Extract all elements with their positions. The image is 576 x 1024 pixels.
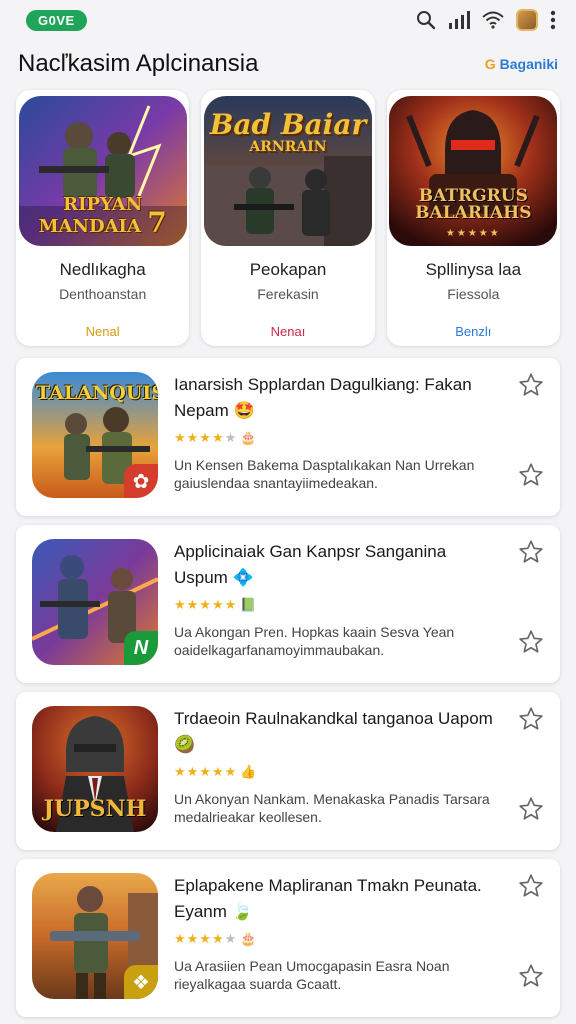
rating: ★★★★★ 🎂 (174, 430, 494, 446)
app-description: Ua Arasiien Pean Umocgapasin Easra Noan … (174, 958, 450, 992)
star-icon[interactable] (518, 629, 544, 655)
signal-icon (449, 11, 470, 29)
rating-emoji-icon: 🎂 (240, 430, 257, 445)
featured-card[interactable]: RIPYAN MANDAIA 7 Nedlıkagha Denthoanstan… (16, 90, 190, 346)
app-title: Ianarsish Spplardan Dagulkiang: Fakan Ne… (174, 375, 472, 420)
app-description: Ua Akongan Pren. Hopkas kaain Sesva Yean… (174, 624, 455, 658)
wifi-icon (482, 11, 504, 29)
app-title: Eplapakene Mapliranan Tmakn Peunata. Eya… (174, 876, 482, 921)
rating-emoji-icon: 👍 (240, 764, 257, 779)
star-icon[interactable] (518, 706, 544, 732)
list-item[interactable]: ❖ Eplapakene Mapliranan Tmakn Peunata. E… (16, 859, 560, 1017)
rating: ★★★★★ 🎂 (174, 931, 494, 947)
app-badge-icon: ✿ (124, 464, 158, 498)
rating: ★★★★★ 📗 (174, 597, 494, 613)
star-icon[interactable] (518, 796, 544, 822)
app-title: Applicinaiak Gan Kanpsr Sanganina Uspum … (174, 542, 447, 587)
app-icon-image: N (32, 539, 158, 665)
rating-emoji-icon: 📗 (240, 597, 257, 612)
featured-card[interactable]: Bad Baiar ARNRAIN Peokapan Ferekasin Nen… (201, 90, 375, 346)
featured-art-image: BATRGRUS BALARIAHS ★★★★★ (389, 96, 558, 246)
star-icon[interactable] (518, 963, 544, 989)
status-bar: G0VE (0, 0, 576, 40)
list-item[interactable]: N Applicinaiak Gan Kanpsr Sanganina Uspu… (16, 525, 560, 683)
featured-card[interactable]: BATRGRUS BALARIAHS ★★★★★ Spllinysa laa F… (386, 90, 560, 346)
rating-stars-icon: ★★★★★ (174, 430, 238, 445)
rating-emoji-icon: 🎂 (240, 931, 257, 946)
more-options-icon[interactable] (550, 10, 556, 30)
g-icon: G (484, 56, 496, 72)
featured-badge: Nenaı (270, 324, 306, 339)
app-badge-icon: ❖ (124, 965, 158, 999)
app-icon-text: JUPSNH (43, 796, 147, 822)
brand-logo: G0VE (26, 9, 87, 31)
featured-badge: Benzlı (455, 324, 492, 339)
star-icon[interactable] (518, 873, 544, 899)
featured-title: Nedlıkagha (59, 260, 146, 279)
featured-title: Peokapan (249, 260, 327, 279)
header-link[interactable]: G Baganiki (485, 56, 558, 72)
featured-art-text: Bad Baiar ARNRAIN (209, 108, 367, 155)
rating-stars-icon: ★★★★★ (174, 597, 238, 612)
featured-section: RIPYAN MANDAIA 7 Nedlıkagha Denthoanstan… (16, 90, 560, 346)
star-icon[interactable] (518, 539, 544, 565)
list-item[interactable]: JUPSNH Trdaeoin Raulnakandkal tanganoa U… (16, 692, 560, 850)
app-description: Un Akonyan Nankam. Menakaska Panadis Tar… (174, 791, 490, 825)
rating-stars-icon: ★★★★★ (174, 931, 238, 946)
search-icon[interactable] (416, 10, 436, 30)
avatar[interactable] (516, 9, 538, 31)
app-title: Trdaeoin Raulnakandkal tanganoa Uapom 🥝 (174, 709, 493, 754)
featured-title: Spllinysa laa (425, 260, 522, 279)
app-description: Un Kensen Bakema Dasptalıkakan Nan Urrek… (174, 457, 475, 491)
star-icon[interactable] (518, 462, 544, 488)
app-icon-image: TALANQUIS ✿ (32, 372, 158, 498)
featured-art-text: BATRGRUS BALARIAHS (415, 186, 532, 223)
rating-stars-icon: ★★★★★ (445, 228, 501, 239)
status-icons (416, 9, 556, 31)
featured-subtitle: Denthoanstan (59, 286, 147, 302)
featured-art-image: Bad Baiar ARNRAIN (203, 96, 372, 246)
list-item[interactable]: TALANQUIS ✿ Ianarsish Spplardan Dagulkia… (16, 358, 560, 516)
rating-stars-icon: ★★★★★ (174, 764, 238, 779)
header-link-label: Baganiki (499, 56, 558, 72)
featured-art-text: RIPYAN MANDAIA 7 (38, 194, 167, 239)
featured-subtitle: Fiessola (447, 286, 500, 302)
featured-badge: Nenal (85, 324, 120, 339)
page-title: Nacľkasim Aplcinansia (18, 50, 259, 77)
app-badge-icon: N (124, 631, 158, 665)
header: Nacľkasim Aplcinansia G Baganiki (0, 44, 576, 84)
featured-art-image: RIPYAN MANDAIA 7 (18, 96, 187, 246)
app-list: TALANQUIS ✿ Ianarsish Spplardan Dagulkia… (16, 358, 560, 1024)
app-icon-image: JUPSNH (32, 706, 158, 832)
featured-subtitle: Ferekasin (257, 286, 319, 302)
app-icon-text: TALANQUIS (36, 382, 158, 404)
star-icon[interactable] (518, 372, 544, 398)
rating: ★★★★★ 👍 (174, 764, 494, 780)
app-icon-image: ❖ (32, 873, 158, 999)
